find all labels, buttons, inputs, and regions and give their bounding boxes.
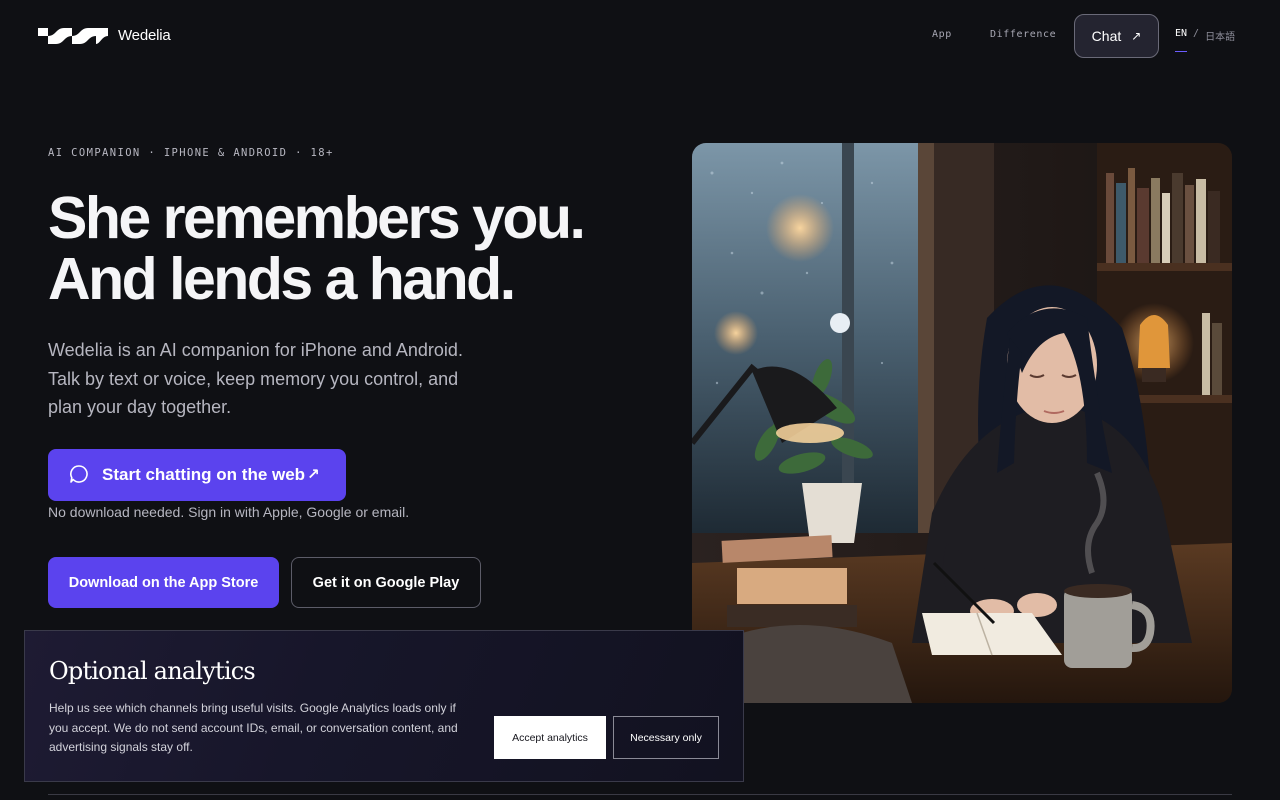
start-chatting-button[interactable]: Start chatting on the web ↗ (48, 449, 346, 501)
cta-note: No download needed. Sign in with Apple, … (48, 504, 410, 520)
chat-button[interactable]: Chat ↗ (1074, 14, 1159, 58)
hero-eyebrow: AI COMPANION · IPHONE & ANDROID · 18+ (48, 147, 334, 159)
start-chatting-label: Start chatting on the web (102, 465, 306, 484)
google-play-button[interactable]: Get it on Google Play (291, 557, 481, 608)
lang-en[interactable]: EN (1175, 28, 1188, 52)
cookie-title: Optional analytics (49, 657, 256, 685)
headline-line-1: She remembers you. (48, 185, 586, 251)
necessary-only-button[interactable]: Necessary only (613, 716, 719, 759)
lang-jp[interactable]: 日本語 (1205, 28, 1235, 43)
chat-bubble-icon (69, 464, 89, 489)
cookie-banner: Optional analytics Help us see which cha… (24, 630, 744, 782)
headline-line-2: And lends a hand. (48, 246, 516, 312)
section-divider (48, 794, 1232, 795)
hero-headline: She remembers you. And lends a hand. (48, 188, 648, 310)
arrow-up-right-icon: ↗ (307, 466, 320, 483)
arrow-up-right-icon: ↗ (1131, 29, 1142, 43)
app-store-button[interactable]: Download on the App Store (48, 557, 279, 608)
chat-button-label: Chat (1091, 28, 1122, 44)
hero-lead: Wedelia is an AI companion for iPhone an… (48, 340, 463, 417)
nav-link-app[interactable]: App (932, 29, 952, 40)
cookie-text: Help us see which channels bring useful … (49, 701, 458, 754)
lang-separator: / (1193, 28, 1200, 39)
language-switcher: EN / 日本語 (1175, 28, 1235, 52)
nav-link-difference[interactable]: Difference (990, 29, 1056, 40)
brand-name[interactable]: Wedelia (118, 27, 171, 44)
wedelia-logo-icon[interactable] (38, 26, 108, 46)
site-header: Wedelia App Difference Chat ↗ EN / 日本語 (0, 0, 1280, 70)
accept-analytics-button[interactable]: Accept analytics (494, 716, 606, 759)
hero-image (692, 143, 1232, 703)
